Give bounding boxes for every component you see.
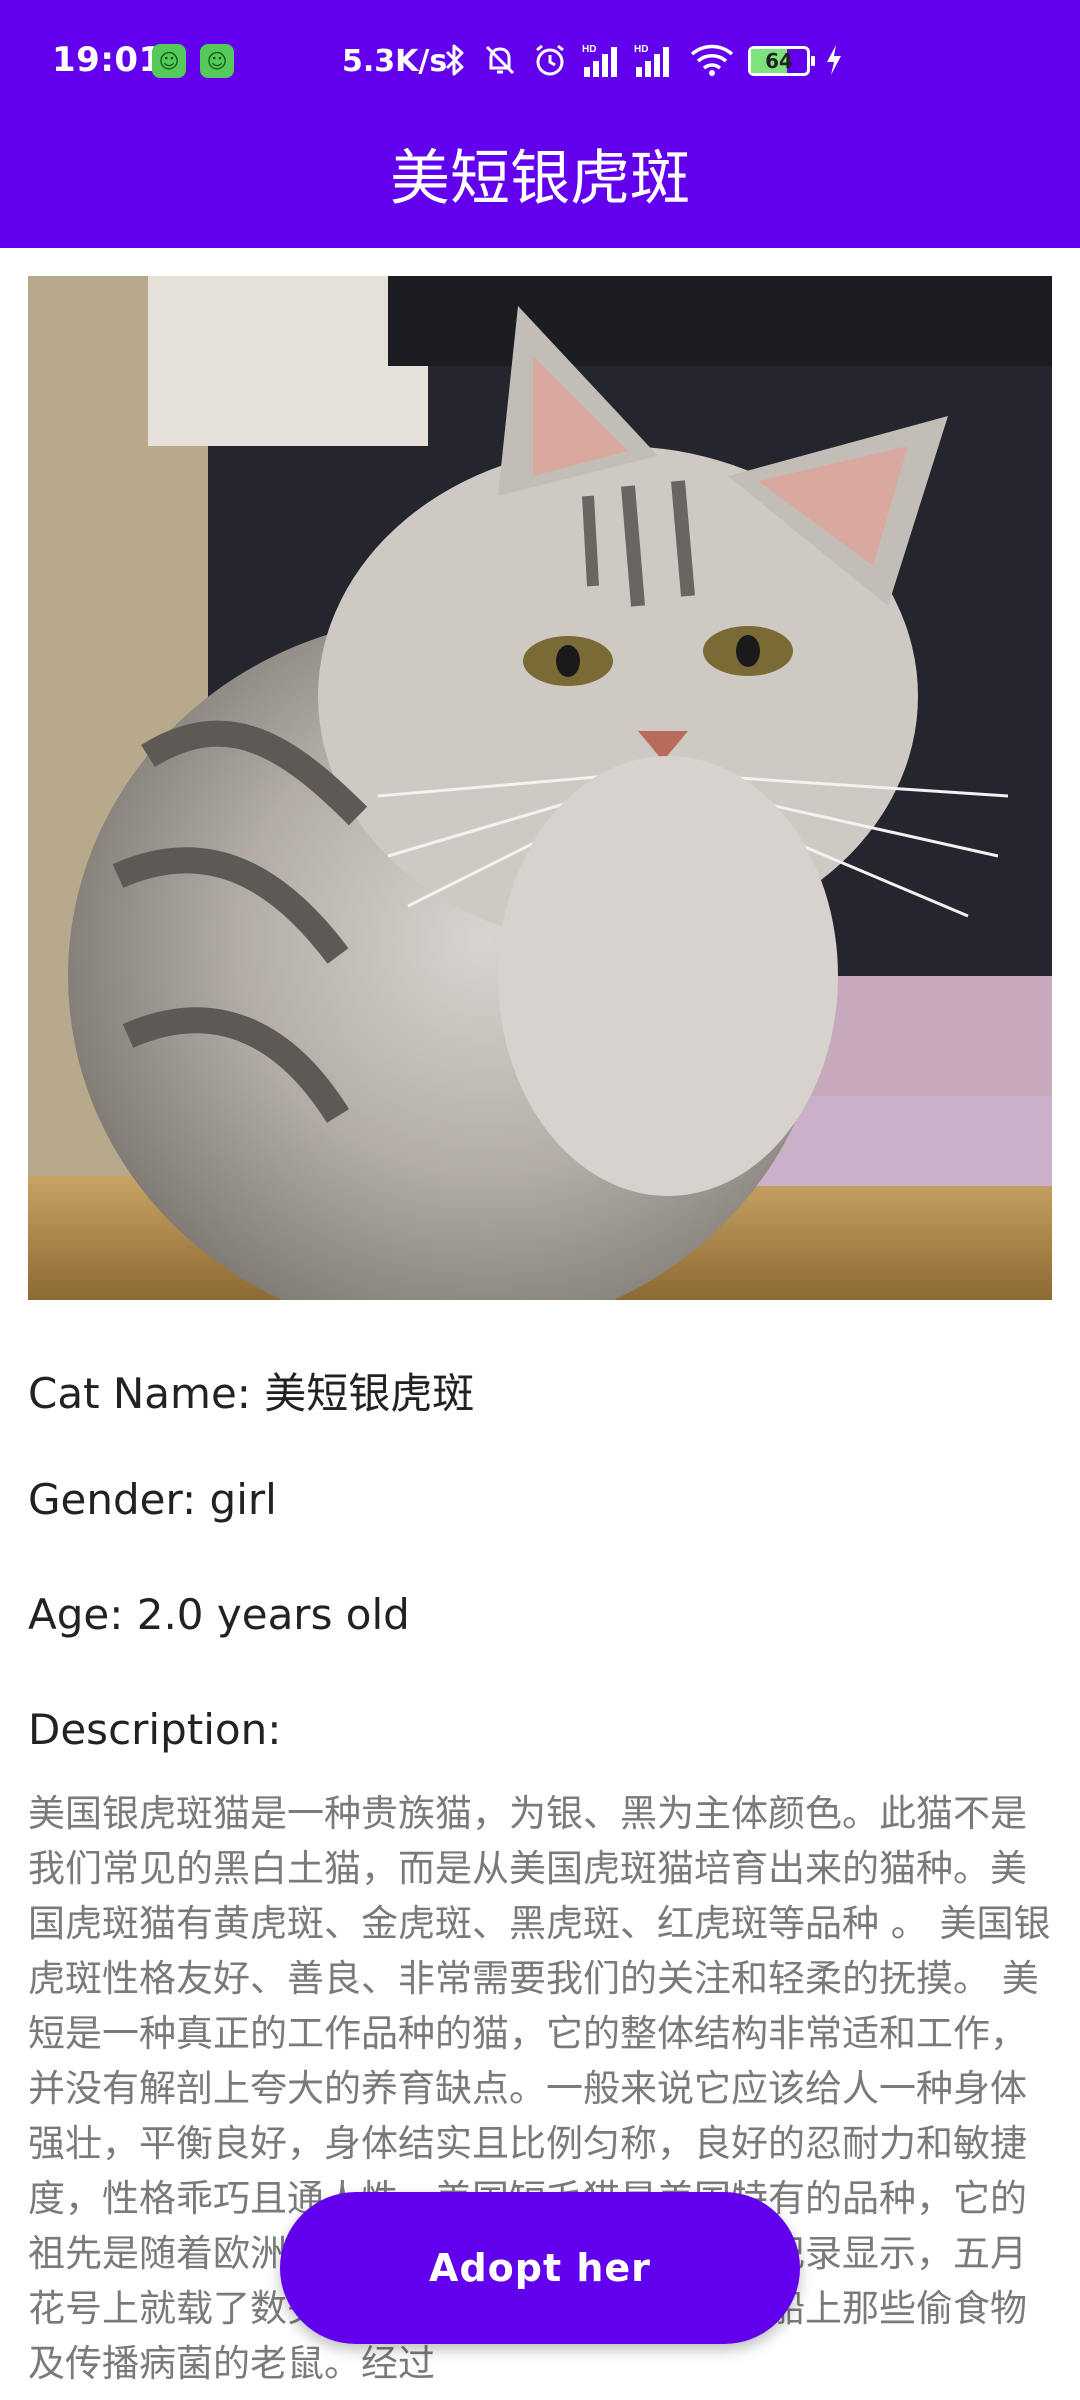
status-bar: 19:01 ☺ ☺ 5.3K/s HD HD 64	[0, 0, 1080, 124]
signal-hd-icon: HD	[632, 40, 676, 80]
cat-age-text: Age: 2.0 years old	[28, 1590, 410, 1639]
network-speed: 5.3K/s	[342, 44, 448, 79]
cat-gender-text: Gender: girl	[28, 1475, 277, 1524]
cat-name-text: Cat Name: 美短银虎斑	[28, 1369, 475, 1418]
svg-text:HD: HD	[582, 44, 596, 55]
app-notification-icon: ☺	[152, 44, 186, 78]
charging-icon	[822, 40, 846, 80]
battery-icon: 64	[748, 46, 815, 76]
status-time: 19:01	[52, 40, 163, 80]
svg-text:HD: HD	[634, 44, 648, 55]
signal-hd-icon: HD	[580, 40, 624, 80]
wifi-icon	[688, 40, 736, 80]
adopt-button[interactable]: Adopt her	[280, 2192, 800, 2344]
mute-icon	[480, 40, 520, 80]
page-title: 美短银虎斑	[390, 144, 690, 214]
top-bar: 19:01 ☺ ☺ 5.3K/s HD HD 64 美短银虎斑	[0, 0, 1080, 248]
description-label: Description:	[28, 1705, 282, 1754]
app-notification-icon: ☺	[200, 44, 234, 78]
cat-photo	[28, 276, 1052, 1300]
battery-percentage: 64	[765, 49, 793, 73]
bluetooth-icon	[442, 40, 468, 80]
alarm-icon	[530, 40, 570, 80]
